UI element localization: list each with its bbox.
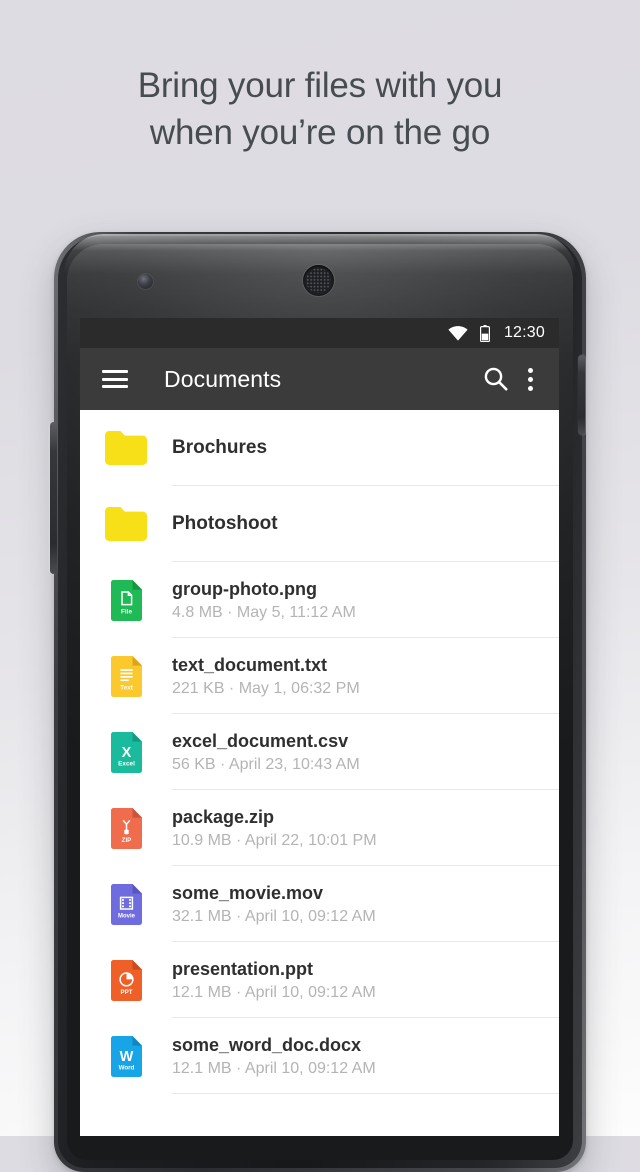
file-list[interactable]: Brochures Photoshoot File group-photo.pn… — [80, 410, 559, 1136]
movie-file-icon: Movie — [102, 883, 150, 925]
list-item-name: package.zip — [172, 806, 275, 827]
list-item-meta: 4.8 MB · May 5, 11:12 AM — [172, 603, 356, 621]
image-file-icon: File — [102, 579, 150, 621]
folder-icon — [102, 431, 150, 465]
list-item-text: Photoshoot — [172, 513, 278, 535]
power-button[interactable] — [578, 355, 585, 435]
earpiece-speaker-icon — [303, 265, 334, 296]
phone-screen: 12:30 Documents Brochures Photoshoot Fil… — [80, 318, 559, 1136]
list-item-text: excel_document.csv 56 KB · April 23, 10:… — [172, 730, 360, 775]
list-item-meta: 221 KB · May 1, 06:32 PM — [172, 679, 360, 697]
app-bar-title: Documents — [164, 365, 282, 392]
list-item[interactable]: Brochures — [80, 410, 559, 486]
list-item-meta: 12.1 MB · April 10, 09:12 AM — [172, 1059, 376, 1077]
status-bar-clock: 12:30 — [503, 324, 545, 341]
list-item[interactable]: ZIP package.zip 10.9 MB · April 22, 10:0… — [80, 790, 559, 866]
svg-text:W: W — [119, 1049, 133, 1065]
word-file-icon: W Word — [102, 1035, 150, 1077]
list-item-text: Brochures — [172, 437, 267, 459]
app-bar: Documents — [80, 348, 559, 410]
hamburger-menu-icon[interactable] — [102, 370, 128, 388]
list-item[interactable]: Photoshoot — [80, 486, 559, 562]
list-item-name: presentation.ppt — [172, 958, 314, 979]
list-divider — [172, 1093, 559, 1094]
powerpoint-file-icon: PPT — [102, 959, 150, 1001]
list-item-text: some_word_doc.docx 12.1 MB · April 10, 0… — [172, 1034, 376, 1079]
list-item-text: some_movie.mov 32.1 MB · April 10, 09:12… — [172, 882, 376, 927]
list-item-name: some_word_doc.docx — [172, 1034, 362, 1055]
file-badge-label: Text — [120, 684, 134, 691]
list-item[interactable]: PPT presentation.ppt 12.1 MB · April 10,… — [80, 942, 559, 1018]
list-item-text: package.zip 10.9 MB · April 22, 10:01 PM — [172, 806, 377, 851]
status-bar-icons: 12:30 — [448, 324, 545, 342]
list-item-name: Photoshoot — [172, 513, 278, 534]
file-badge-label: Excel — [118, 760, 135, 767]
list-item-meta: 12.1 MB · April 10, 09:12 AM — [172, 983, 376, 1001]
overflow-menu-icon[interactable] — [517, 362, 543, 396]
list-item[interactable]: W Word some_word_doc.docx 12.1 MB · Apri… — [80, 1018, 559, 1094]
list-item-name: Brochures — [172, 437, 268, 458]
list-item-name: some_movie.mov — [172, 882, 324, 903]
earpiece-mesh — [306, 268, 331, 293]
svg-text:X: X — [121, 745, 131, 761]
file-badge-label: ZIP — [121, 836, 131, 843]
front-camera-icon — [138, 274, 153, 289]
list-item-meta: 32.1 MB · April 10, 09:12 AM — [172, 907, 376, 925]
list-item[interactable]: Movie some_movie.mov 32.1 MB · April 10,… — [80, 866, 559, 942]
search-icon[interactable] — [479, 362, 513, 396]
battery-icon — [479, 324, 490, 342]
file-badge-label: PPT — [120, 988, 132, 995]
list-item-name: group-photo.png — [172, 578, 317, 599]
page-headline: Bring your files with you when you’re on… — [0, 62, 640, 156]
headline-line-1: Bring your files with you — [137, 66, 503, 105]
list-item-name: text_document.txt — [172, 654, 328, 675]
list-item-text: presentation.ppt 12.1 MB · April 10, 09:… — [172, 958, 376, 1003]
list-item-name: excel_document.csv — [172, 730, 349, 751]
zip-file-icon: ZIP — [102, 807, 150, 849]
text-file-icon: Text — [102, 655, 150, 697]
wifi-icon — [448, 325, 468, 341]
volume-rocker-button[interactable] — [50, 422, 57, 574]
folder-icon — [102, 507, 150, 541]
excel-file-icon: X Excel — [102, 731, 150, 773]
list-item-text: group-photo.png 4.8 MB · May 5, 11:12 AM — [172, 578, 356, 623]
headline-line-2: when you’re on the go — [149, 113, 491, 152]
list-item-meta: 10.9 MB · April 22, 10:01 PM — [172, 831, 377, 849]
status-bar: 12:30 — [80, 318, 559, 348]
list-item-text: text_document.txt 221 KB · May 1, 06:32 … — [172, 654, 360, 699]
file-badge-label: Word — [118, 1064, 134, 1071]
file-badge-label: Movie — [117, 913, 135, 919]
list-item[interactable]: Text text_document.txt 221 KB · May 1, 0… — [80, 638, 559, 714]
list-item-meta: 56 KB · April 23, 10:43 AM — [172, 755, 360, 773]
list-item[interactable]: File group-photo.png 4.8 MB · May 5, 11:… — [80, 562, 559, 638]
list-item[interactable]: X Excel excel_document.csv 56 KB · April… — [80, 714, 559, 790]
file-badge-label: File — [120, 608, 131, 615]
